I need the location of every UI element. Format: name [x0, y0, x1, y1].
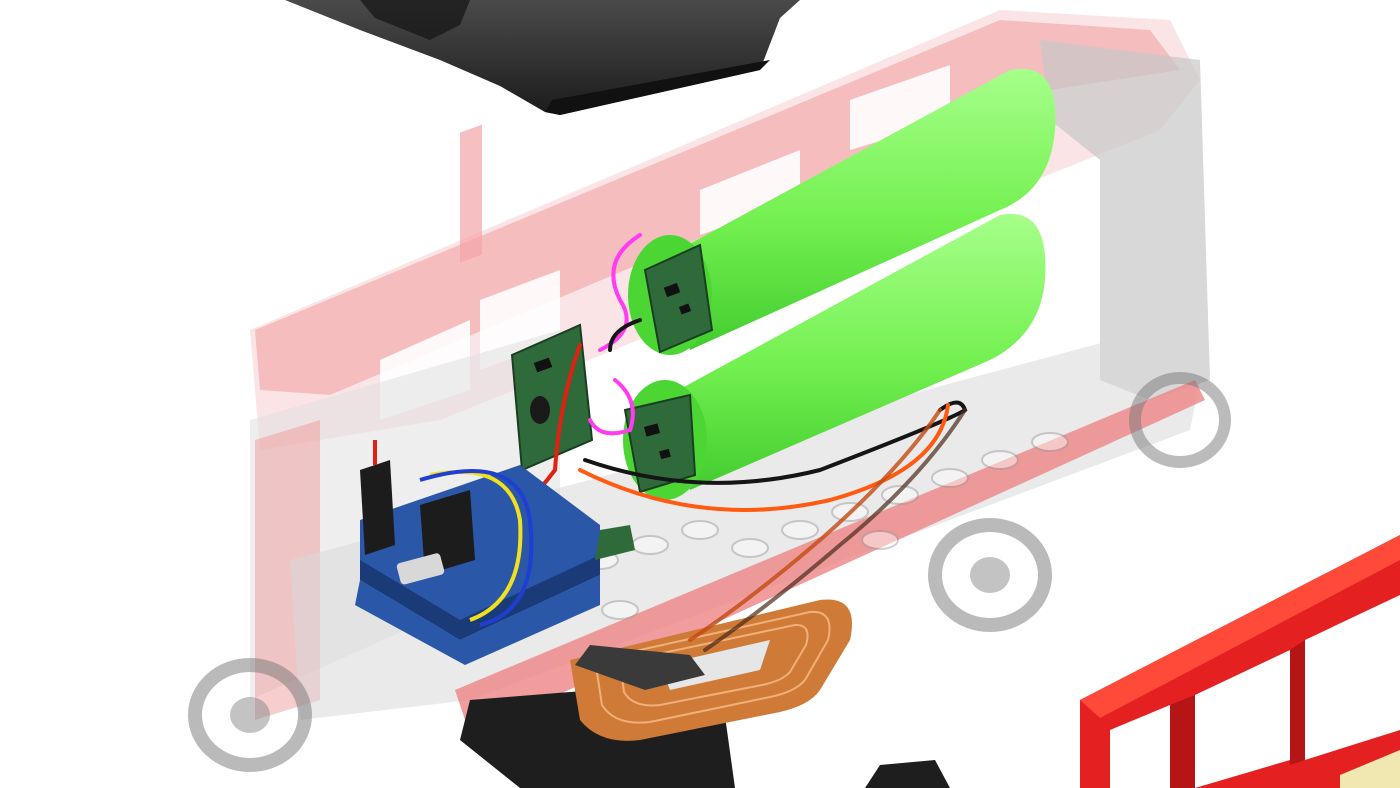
train-car-exploded-render [0, 0, 1400, 788]
